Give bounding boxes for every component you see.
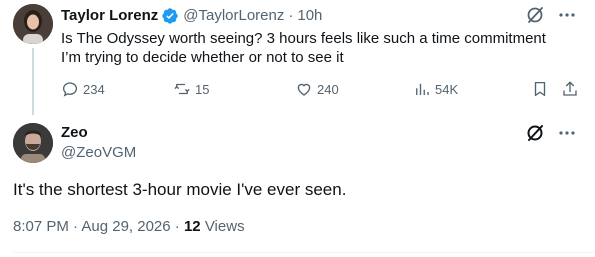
views-button[interactable]: 54K (413, 80, 458, 98)
views-count: 54K (435, 81, 459, 97)
reply-body: It's the shortest 3-hour movie I've ever… (13, 180, 347, 199)
separator-dot: · (174, 218, 180, 235)
share-icon (563, 81, 577, 96)
tweet-text-line: I’m trying to decide whether or not to s… (61, 49, 344, 66)
reply-author-handle[interactable]: @ZeoVGM (61, 144, 136, 162)
tweet-header: Taylor Lorenz @TaylorLorenz · 10h (61, 7, 322, 25)
reply-button[interactable]: 234 (61, 80, 105, 98)
tweet-action-bar: 234 15 240 54K (61, 80, 581, 100)
separator-dot: · (288, 7, 294, 24)
reply-timestamp[interactable]: 8:07 PM · Aug 29, 2026 (13, 218, 171, 235)
like-button[interactable]: 240 (295, 80, 339, 98)
tweet-text-line: Is The Odyssey worth seeing? 3 hours fee… (61, 30, 546, 47)
divider (13, 252, 595, 253)
author-name[interactable]: Taylor Lorenz (61, 7, 158, 25)
like-count: 240 (317, 81, 339, 97)
reply-icon (62, 82, 78, 97)
bookmark-icon (534, 81, 546, 97)
retweet-button[interactable]: 15 (173, 80, 209, 98)
avatar-taylor-lorenz[interactable] (13, 4, 53, 44)
retweet-count: 15 (195, 81, 210, 97)
more-icon[interactable] (557, 123, 577, 143)
more-icon[interactable] (557, 5, 577, 25)
bookmark-button[interactable] (531, 80, 553, 98)
avatar-zeo[interactable] (13, 123, 53, 163)
reply-author-name[interactable]: Zeo (61, 124, 136, 142)
reply-views-count: 12 (183, 218, 201, 235)
reply-meta: 8:07 PM · Aug 29, 2026 · 12 Views (13, 218, 245, 235)
author-handle[interactable]: @TaylorLorenz (183, 7, 284, 25)
like-icon (297, 83, 311, 96)
tweet-time[interactable]: 10h (297, 7, 322, 25)
reply-top-actions (525, 123, 577, 143)
tweet-top-actions (525, 5, 577, 25)
thread-connector-line (32, 48, 34, 115)
reply-count: 234 (83, 81, 105, 97)
share-button[interactable] (561, 80, 583, 98)
reply-views-label: Views (204, 218, 245, 235)
views-icon (416, 83, 429, 95)
grok-icon[interactable] (525, 123, 545, 143)
grok-icon[interactable] (525, 5, 545, 25)
reply-header: Zeo @ZeoVGM (61, 124, 136, 162)
retweet-icon (174, 83, 190, 95)
tweet-body: Is The Odyssey worth seeing? 3 hours fee… (61, 29, 581, 67)
verified-badge-icon (161, 7, 179, 25)
